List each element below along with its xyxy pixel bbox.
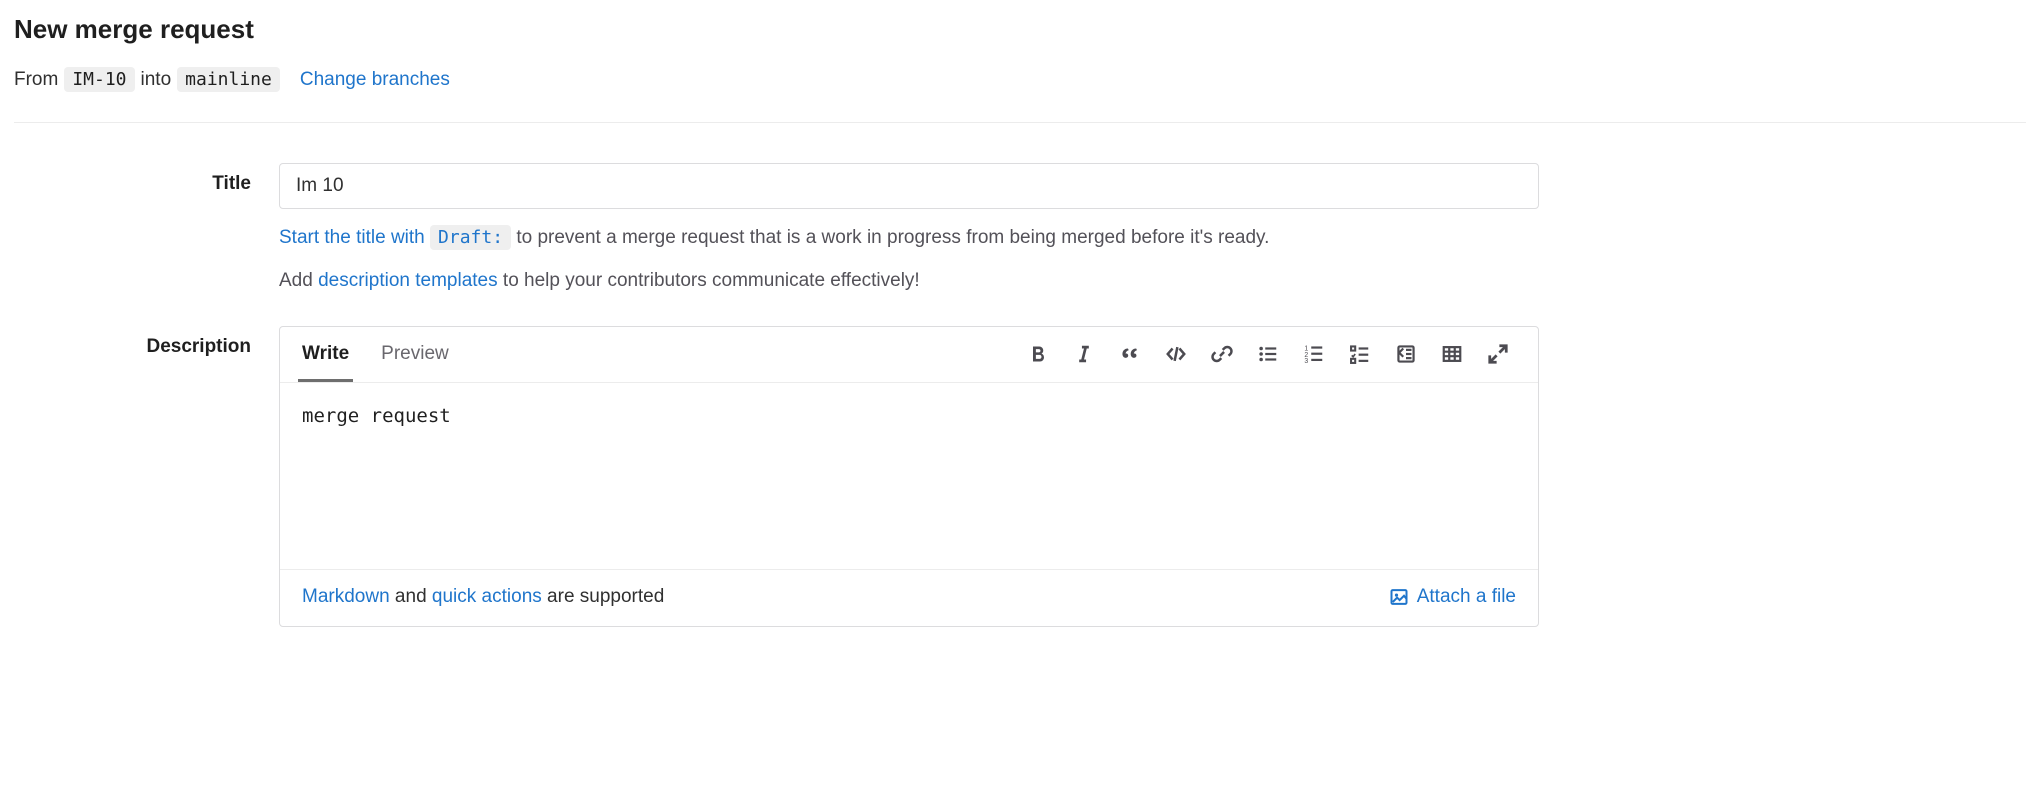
markdown-link[interactable]: Markdown [302, 586, 390, 607]
divider [14, 122, 2026, 123]
fullscreen-icon[interactable] [1476, 332, 1520, 376]
source-branch-chip: IM-10 [64, 67, 134, 92]
description-textarea[interactable] [280, 383, 1538, 563]
tab-write[interactable]: Write [298, 327, 353, 382]
draft-code: Draft: [430, 225, 511, 250]
quick-actions-link[interactable]: quick actions [432, 586, 542, 607]
editor-footer: Markdown and quick actions are supported… [280, 569, 1538, 626]
code-icon[interactable] [1154, 332, 1198, 376]
description-row: Description Write Preview [14, 326, 2026, 627]
quote-icon[interactable] [1108, 332, 1152, 376]
table-icon[interactable] [1430, 332, 1474, 376]
title-hint-templates: Add description templates to help your c… [279, 266, 1539, 295]
link-icon[interactable] [1200, 332, 1244, 376]
attach-file-button[interactable]: Attach a file [1389, 586, 1516, 608]
title-label: Title [14, 163, 279, 296]
svg-text:3: 3 [1304, 358, 1308, 365]
editor-toolbar: 123 [1016, 332, 1520, 376]
editor-header: Write Preview [280, 327, 1538, 383]
bullet-list-icon[interactable] [1246, 332, 1290, 376]
draft-hint-suffix: to prevent a merge request that is a wor… [516, 227, 1269, 248]
collapse-icon[interactable] [1384, 332, 1428, 376]
target-branch-chip: mainline [177, 67, 280, 92]
markdown-support-text: Markdown and quick actions are supported [302, 586, 664, 608]
page-title: New merge request [14, 14, 2026, 45]
title-row: Title Start the title with Draft: to pre… [14, 163, 2026, 296]
into-label: into [141, 69, 172, 91]
description-label: Description [14, 326, 279, 627]
change-branches-link[interactable]: Change branches [300, 69, 450, 91]
title-hint-draft: Start the title with Draft: to prevent a… [279, 223, 1539, 252]
branch-info: From IM-10 into mainline Change branches [14, 67, 2026, 92]
description-templates-link[interactable]: description templates [318, 270, 498, 291]
numbered-list-icon[interactable]: 123 [1292, 332, 1336, 376]
image-icon [1389, 587, 1409, 607]
description-editor: Write Preview [279, 326, 1539, 627]
tab-preview[interactable]: Preview [377, 327, 453, 382]
draft-hint-link[interactable]: Start the title with Draft: [279, 225, 516, 250]
italic-icon[interactable] [1062, 332, 1106, 376]
task-list-icon[interactable] [1338, 332, 1382, 376]
editor-tabs: Write Preview [298, 327, 453, 382]
from-label: From [14, 69, 58, 91]
bold-icon[interactable] [1016, 332, 1060, 376]
title-input[interactable] [279, 163, 1539, 209]
